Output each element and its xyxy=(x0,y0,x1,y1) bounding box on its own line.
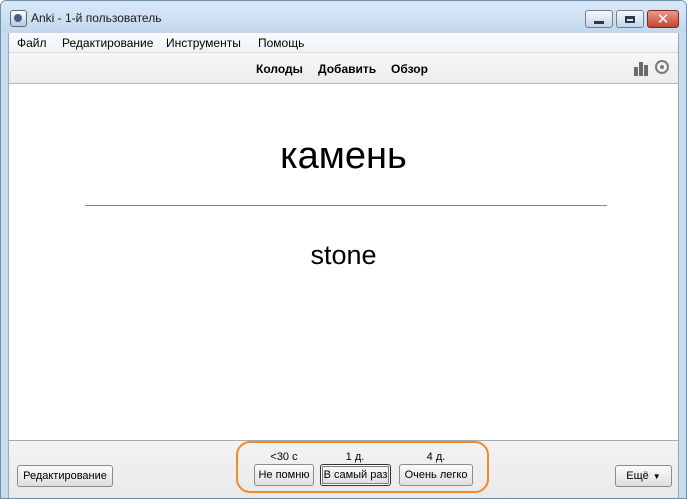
window-title: Anki - 1-й пользователь xyxy=(31,11,162,25)
maximize-icon xyxy=(625,15,635,23)
title-bar[interactable]: Anki - 1-й пользователь ✕ xyxy=(1,1,686,33)
again-button[interactable]: Не помню xyxy=(254,464,314,486)
app-window: Anki - 1-й пользователь ✕ Файл Редактиро… xyxy=(0,0,687,499)
minimize-icon xyxy=(594,20,604,24)
card-divider xyxy=(85,205,607,206)
sync-icon[interactable] xyxy=(655,60,669,74)
toolbar-add-link[interactable]: Добавить xyxy=(318,62,376,76)
maximize-button[interactable] xyxy=(616,10,644,28)
edit-button[interactable]: Редактирование xyxy=(17,465,113,487)
stats-icon[interactable] xyxy=(634,61,650,76)
minimize-button[interactable] xyxy=(585,10,613,28)
menu-bar: Файл Редактирование Инструменты Помощь xyxy=(9,33,678,53)
interval-again: <30 с xyxy=(270,451,298,463)
good-button[interactable]: В самый раз xyxy=(320,464,391,486)
close-icon: ✕ xyxy=(656,9,670,28)
card-front-text: камень xyxy=(280,135,407,177)
top-toolbar: Колоды Добавить Обзор xyxy=(9,53,678,84)
card-back-text: stone xyxy=(310,240,377,270)
chevron-down-icon: ▼ xyxy=(652,471,661,481)
menu-tools[interactable]: Инструменты xyxy=(166,36,241,50)
card-view: камень stone xyxy=(9,84,678,440)
answer-bar: Редактирование <30 с 1 д. 4 д. Не помню … xyxy=(9,440,678,498)
anki-app-icon[interactable] xyxy=(10,10,27,27)
menu-help[interactable]: Помощь xyxy=(258,36,304,50)
toolbar-browse-link[interactable]: Обзор xyxy=(391,62,428,76)
menu-edit[interactable]: Редактирование xyxy=(62,36,153,50)
toolbar-decks-link[interactable]: Колоды xyxy=(256,62,303,76)
more-button-label: Ещё xyxy=(626,470,649,482)
interval-good: 1 д. xyxy=(345,451,365,463)
main-area: Файл Редактирование Инструменты Помощь К… xyxy=(8,33,679,498)
more-button[interactable]: Ещё ▼ xyxy=(615,465,672,487)
interval-easy: 4 д. xyxy=(426,451,446,463)
close-button[interactable]: ✕ xyxy=(647,10,679,28)
menu-file[interactable]: Файл xyxy=(17,36,47,50)
easy-button[interactable]: Очень легко xyxy=(399,464,473,486)
